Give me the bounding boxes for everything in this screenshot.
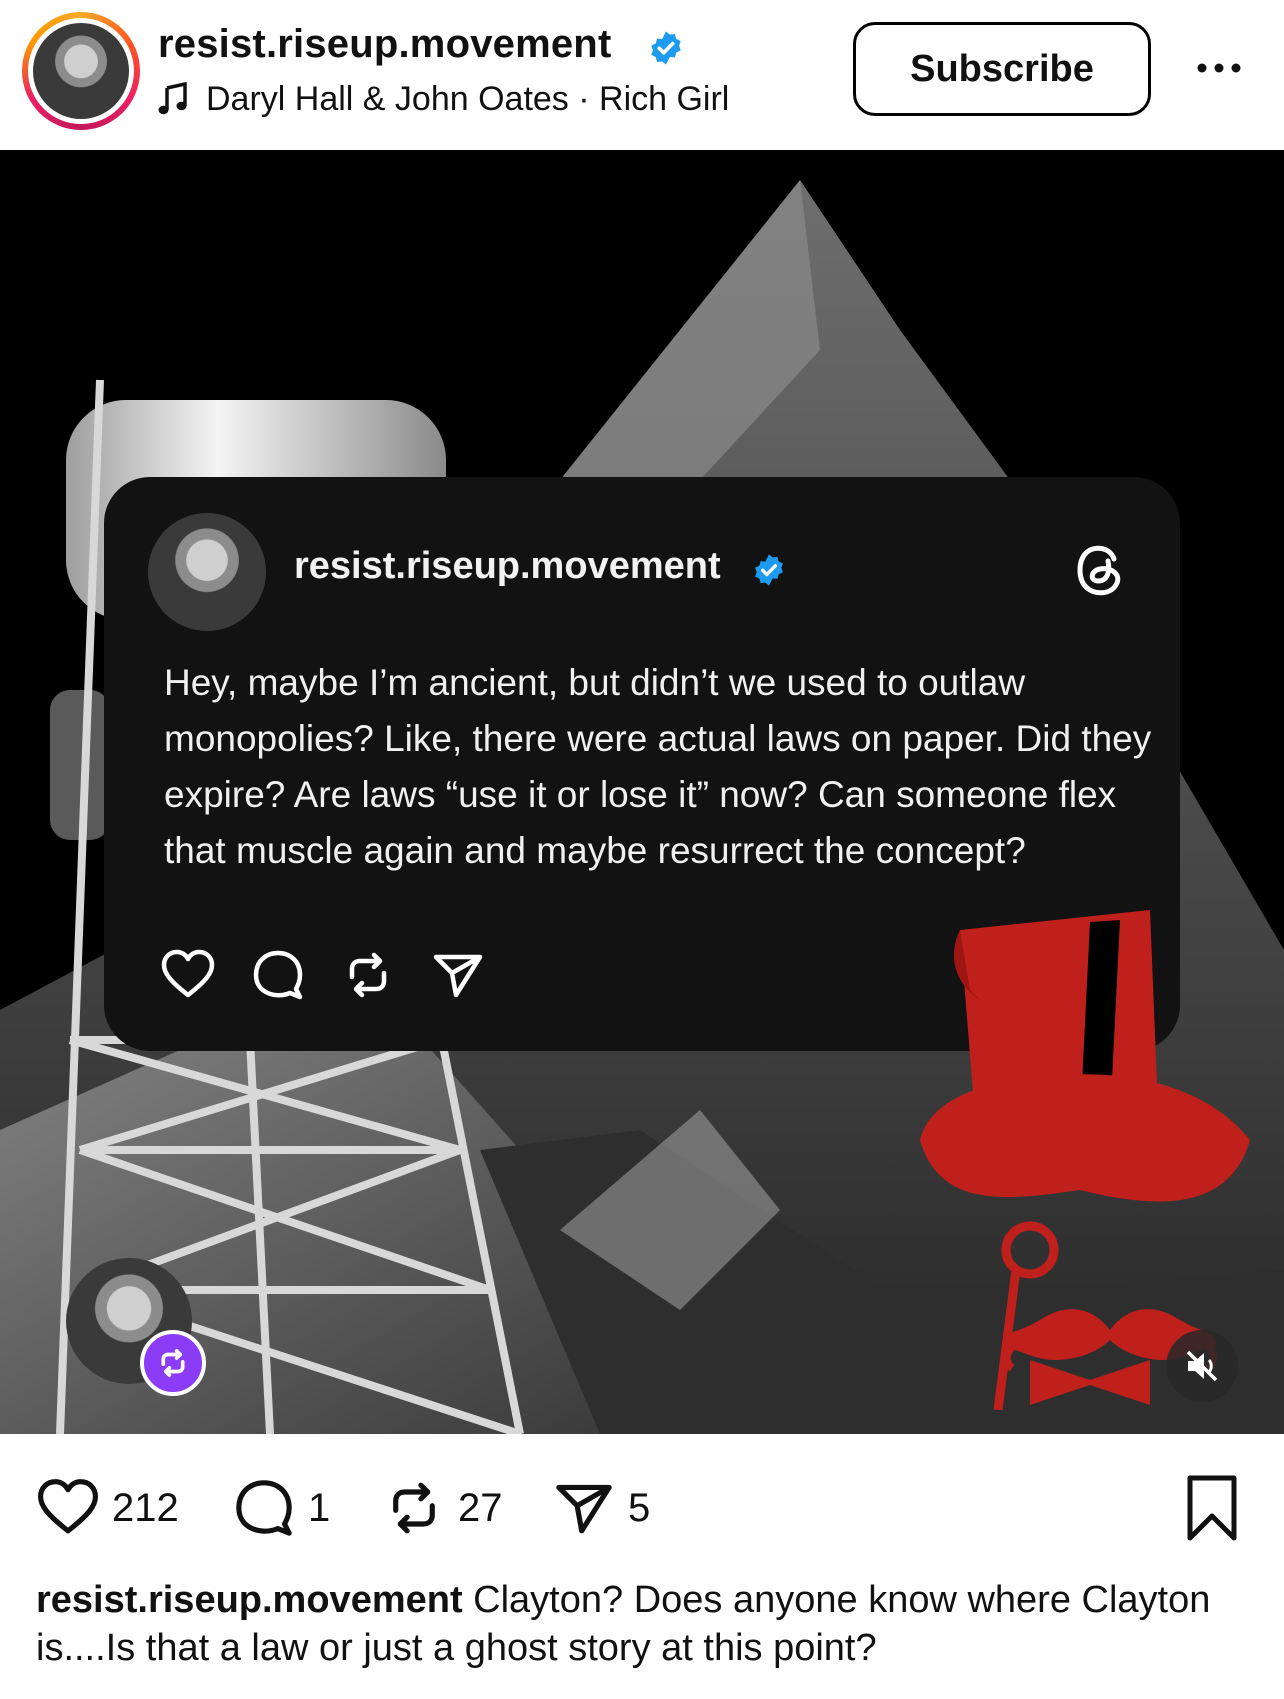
header-username[interactable]: resist.riseup.movement — [158, 22, 611, 67]
music-note-icon — [158, 82, 187, 115]
repost-count: 27 — [458, 1485, 503, 1530]
heart-icon[interactable] — [36, 1476, 100, 1540]
comment-icon[interactable] — [232, 1476, 296, 1540]
card-username: resist.riseup.movement — [294, 545, 721, 587]
card-action-row — [160, 947, 486, 1003]
share-icon — [433, 954, 483, 998]
comment-icon — [253, 950, 303, 1000]
like-count: 212 — [112, 1485, 179, 1530]
share-count: 5 — [628, 1485, 651, 1530]
share-action[interactable]: 5 — [552, 1476, 650, 1540]
like-action[interactable]: 212 — [36, 1476, 179, 1540]
repost-action[interactable]: 27 — [382, 1476, 503, 1540]
caption-username[interactable]: resist.riseup.movement — [36, 1579, 463, 1621]
repost-icon — [349, 952, 387, 998]
card-avatar — [148, 513, 266, 631]
audio-track-label[interactable]: Daryl Hall & John Oates · Rich Girl — [206, 80, 729, 119]
avatar-photo — [33, 23, 129, 119]
speaker-muted-icon — [1186, 1350, 1218, 1382]
share-icon[interactable] — [552, 1476, 616, 1540]
post-action-bar: 212 1 27 5 — [0, 1434, 1284, 1584]
mute-toggle-button[interactable] — [1166, 1330, 1238, 1402]
subscribe-button[interactable]: Subscribe — [853, 22, 1151, 116]
verified-badge-icon — [755, 554, 783, 586]
repost-badge — [140, 1330, 206, 1396]
profile-avatar[interactable] — [22, 12, 140, 130]
repost-badge-icon — [161, 1349, 185, 1377]
repost-icon[interactable] — [382, 1476, 446, 1540]
verified-badge-icon — [651, 31, 681, 65]
bookmark-icon[interactable] — [1182, 1474, 1242, 1542]
post-header: resist.riseup.movement Daryl Hall & John… — [0, 0, 1284, 150]
post-media[interactable]: resist.riseup.movement Hey, maybe I’m an… — [0, 150, 1284, 1434]
card-post-text: Hey, maybe I’m ancient, but didn’t we us… — [164, 662, 1152, 871]
comment-action[interactable]: 1 — [232, 1476, 330, 1540]
post-caption: resist.riseup.movement Clayton? Does any… — [36, 1576, 1256, 1672]
comment-count: 1 — [308, 1485, 331, 1530]
threads-logo-icon — [1077, 545, 1121, 596]
heart-icon — [161, 949, 215, 998]
more-options-icon[interactable] — [1194, 56, 1244, 80]
